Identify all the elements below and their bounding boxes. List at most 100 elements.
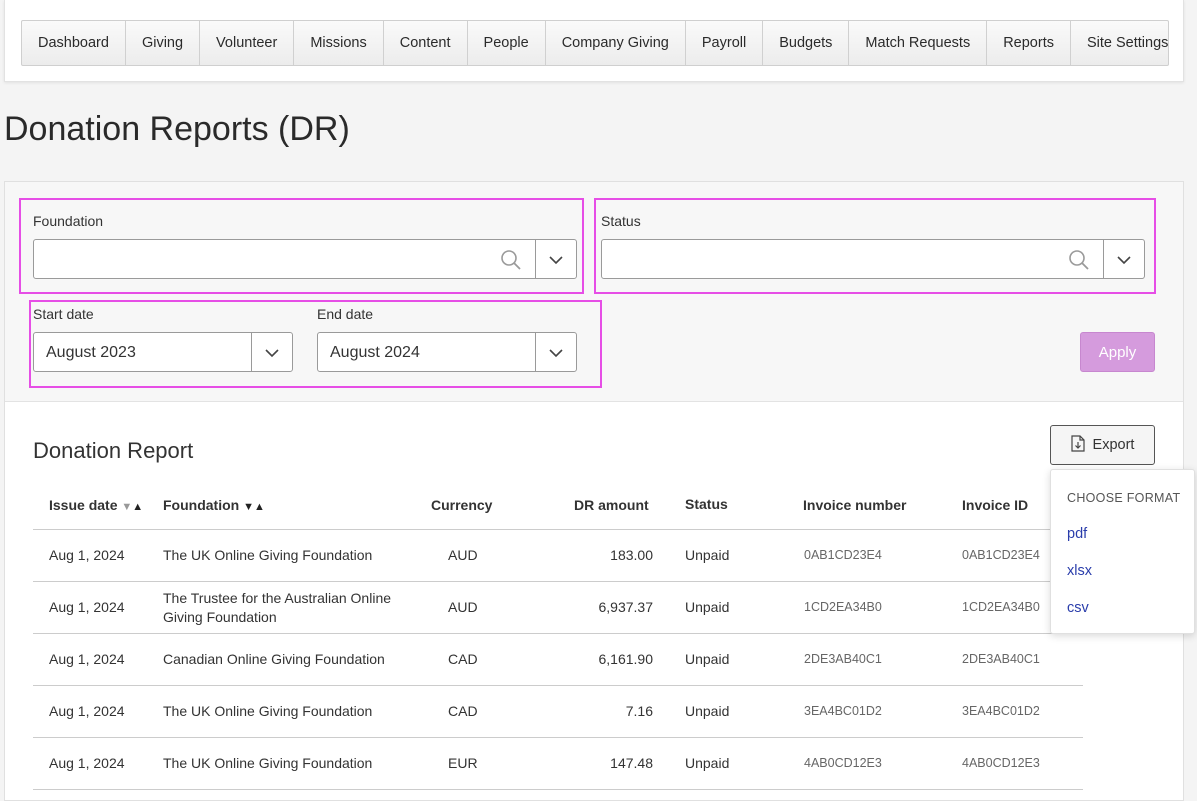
table-header: Issue date ▼▲ Foundation ▼▲ Currency DR … (33, 480, 1083, 530)
cell-issue-date: Aug 1, 2024 (49, 651, 125, 667)
table-row[interactable]: Aug 1, 2024 The Trustee for the Australi… (33, 582, 1083, 634)
chevron-down-icon[interactable] (549, 346, 563, 365)
status-label: Status (601, 213, 641, 229)
nav-company-giving[interactable]: Company Giving (546, 21, 686, 65)
table-row[interactable]: Aug 1, 2024 The UK Online Giving Foundat… (33, 530, 1083, 582)
sort-desc-icon[interactable]: ▼ (243, 501, 254, 513)
cell-invoice-number[interactable]: 0AB1CD23E4 (804, 530, 882, 581)
table-row[interactable]: Aug 1, 2024 Canadian Online Giving Found… (33, 634, 1083, 686)
cell-dr-amount: 7.16 (625, 703, 653, 719)
cell-invoice-number[interactable]: 2DE3AB40C1 (804, 634, 882, 685)
col-invoice-number[interactable]: Invoice number (803, 497, 906, 513)
export-option-csv[interactable]: csv (1067, 600, 1089, 616)
col-invoice-id[interactable]: Invoice ID (962, 497, 1028, 513)
cell-status: Unpaid (685, 755, 730, 771)
report-panel: Foundation Status Start date August 2023… (4, 181, 1184, 801)
report-title: Donation Report (33, 438, 194, 463)
nav-dashboard[interactable]: Dashboard (22, 21, 126, 65)
foundation-select[interactable] (33, 239, 577, 279)
foundation-label: Foundation (33, 213, 104, 229)
search-icon (500, 249, 522, 276)
start-date-select[interactable]: August 2023 (33, 332, 293, 372)
cell-currency: CAD (448, 703, 478, 719)
cell-issue-date: Aug 1, 2024 (49, 703, 125, 719)
nav-budgets[interactable]: Budgets (763, 21, 850, 65)
cell-invoice-number[interactable]: 4AB0CD12E3 (804, 738, 882, 789)
nav-giving[interactable]: Giving (126, 21, 201, 65)
filters-section: Foundation Status Start date August 2023… (5, 182, 1183, 402)
end-date-select[interactable]: August 2024 (317, 332, 577, 372)
cell-invoice-id[interactable]: 2DE3AB40C1 (962, 634, 1040, 685)
nav-volunteer[interactable]: Volunteer (200, 21, 295, 65)
cell-invoice-number[interactable]: 1CD2EA34B0 (804, 582, 882, 633)
cell-foundation: The Trustee for the Australian Online Gi… (163, 589, 392, 625)
export-button[interactable]: Export (1050, 425, 1155, 465)
page-title: Donation Reports (DR) (4, 110, 350, 148)
cell-issue-date: Aug 1, 2024 (49, 755, 125, 771)
export-option-pdf[interactable]: pdf (1067, 526, 1087, 542)
export-icon (1070, 434, 1085, 456)
cell-invoice-id[interactable]: 3EA4BC01D2 (962, 686, 1040, 737)
top-nav-card: Dashboard Giving Volunteer Missions Cont… (4, 0, 1184, 82)
apply-button[interactable]: Apply (1080, 332, 1155, 372)
divider (1103, 240, 1104, 278)
divider (251, 333, 252, 371)
nav-reports[interactable]: Reports (987, 21, 1071, 65)
menu-header: CHOOSE FORMAT (1067, 491, 1181, 505)
col-currency[interactable]: Currency (431, 497, 492, 513)
col-issue-date-label: Issue date (49, 497, 118, 513)
nav-people[interactable]: People (468, 21, 546, 65)
nav-site-settings[interactable]: Site Settings (1071, 21, 1168, 65)
main-nav: Dashboard Giving Volunteer Missions Cont… (21, 20, 1169, 66)
status-select[interactable] (601, 239, 1145, 279)
cell-invoice-id[interactable]: 4AB0CD12E3 (962, 738, 1040, 789)
foundation-input[interactable] (44, 248, 488, 272)
divider (535, 240, 536, 278)
cell-dr-amount: 183.00 (610, 547, 653, 563)
cell-foundation: Canadian Online Giving Foundation (163, 651, 385, 667)
cell-issue-date: Aug 1, 2024 (49, 599, 125, 615)
table-row[interactable]: Aug 1, 2024 The UK Online Giving Foundat… (33, 738, 1083, 790)
divider (535, 333, 536, 371)
export-option-xlsx[interactable]: xlsx (1067, 563, 1092, 579)
cell-status: Unpaid (685, 651, 730, 667)
cell-foundation: The UK Online Giving Foundation (163, 703, 373, 719)
cell-foundation: The UK Online Giving Foundation (163, 755, 373, 771)
cell-currency: EUR (448, 755, 478, 771)
col-dr-amount[interactable]: DR amount (574, 497, 649, 513)
chevron-down-icon[interactable] (549, 253, 563, 272)
cell-invoice-id[interactable]: 0AB1CD23E4 (962, 530, 1040, 581)
cell-invoice-id[interactable]: 1CD2EA34B0 (962, 582, 1040, 633)
nav-payroll[interactable]: Payroll (686, 21, 764, 65)
sort-desc-icon[interactable]: ▼ (121, 501, 132, 513)
col-foundation[interactable]: Foundation ▼▲ (163, 497, 265, 513)
export-format-menu: CHOOSE FORMAT pdf xlsx csv (1050, 469, 1195, 634)
end-date-value: August 2024 (330, 344, 420, 361)
donation-table: Issue date ▼▲ Foundation ▼▲ Currency DR … (33, 480, 1083, 790)
start-date-label: Start date (33, 306, 94, 322)
cell-invoice-number[interactable]: 3EA4BC01D2 (804, 686, 882, 737)
cell-currency: AUD (448, 599, 478, 615)
table-row[interactable]: Aug 1, 2024 The UK Online Giving Foundat… (33, 686, 1083, 738)
chevron-down-icon[interactable] (265, 346, 279, 365)
nav-match-requests[interactable]: Match Requests (849, 21, 988, 65)
nav-content[interactable]: Content (384, 21, 468, 65)
cell-status: Unpaid (685, 547, 730, 563)
cell-dr-amount: 147.48 (610, 755, 653, 771)
export-label: Export (1092, 437, 1135, 453)
cell-status: Unpaid (685, 703, 730, 719)
search-icon (1068, 249, 1090, 276)
sort-asc-icon[interactable]: ▲ (132, 501, 143, 513)
col-status[interactable]: Status (685, 496, 728, 512)
nav-missions[interactable]: Missions (294, 21, 384, 65)
sort-asc-icon[interactable]: ▲ (254, 501, 265, 513)
status-input[interactable] (612, 248, 1056, 272)
cell-issue-date: Aug 1, 2024 (49, 547, 125, 563)
cell-currency: AUD (448, 547, 478, 563)
chevron-down-icon[interactable] (1117, 253, 1131, 272)
col-issue-date[interactable]: Issue date ▼▲ (49, 497, 143, 513)
cell-foundation: The UK Online Giving Foundation (163, 547, 373, 563)
cell-dr-amount: 6,937.37 (598, 599, 654, 615)
start-date-value: August 2023 (46, 344, 136, 361)
cell-currency: CAD (448, 651, 478, 667)
